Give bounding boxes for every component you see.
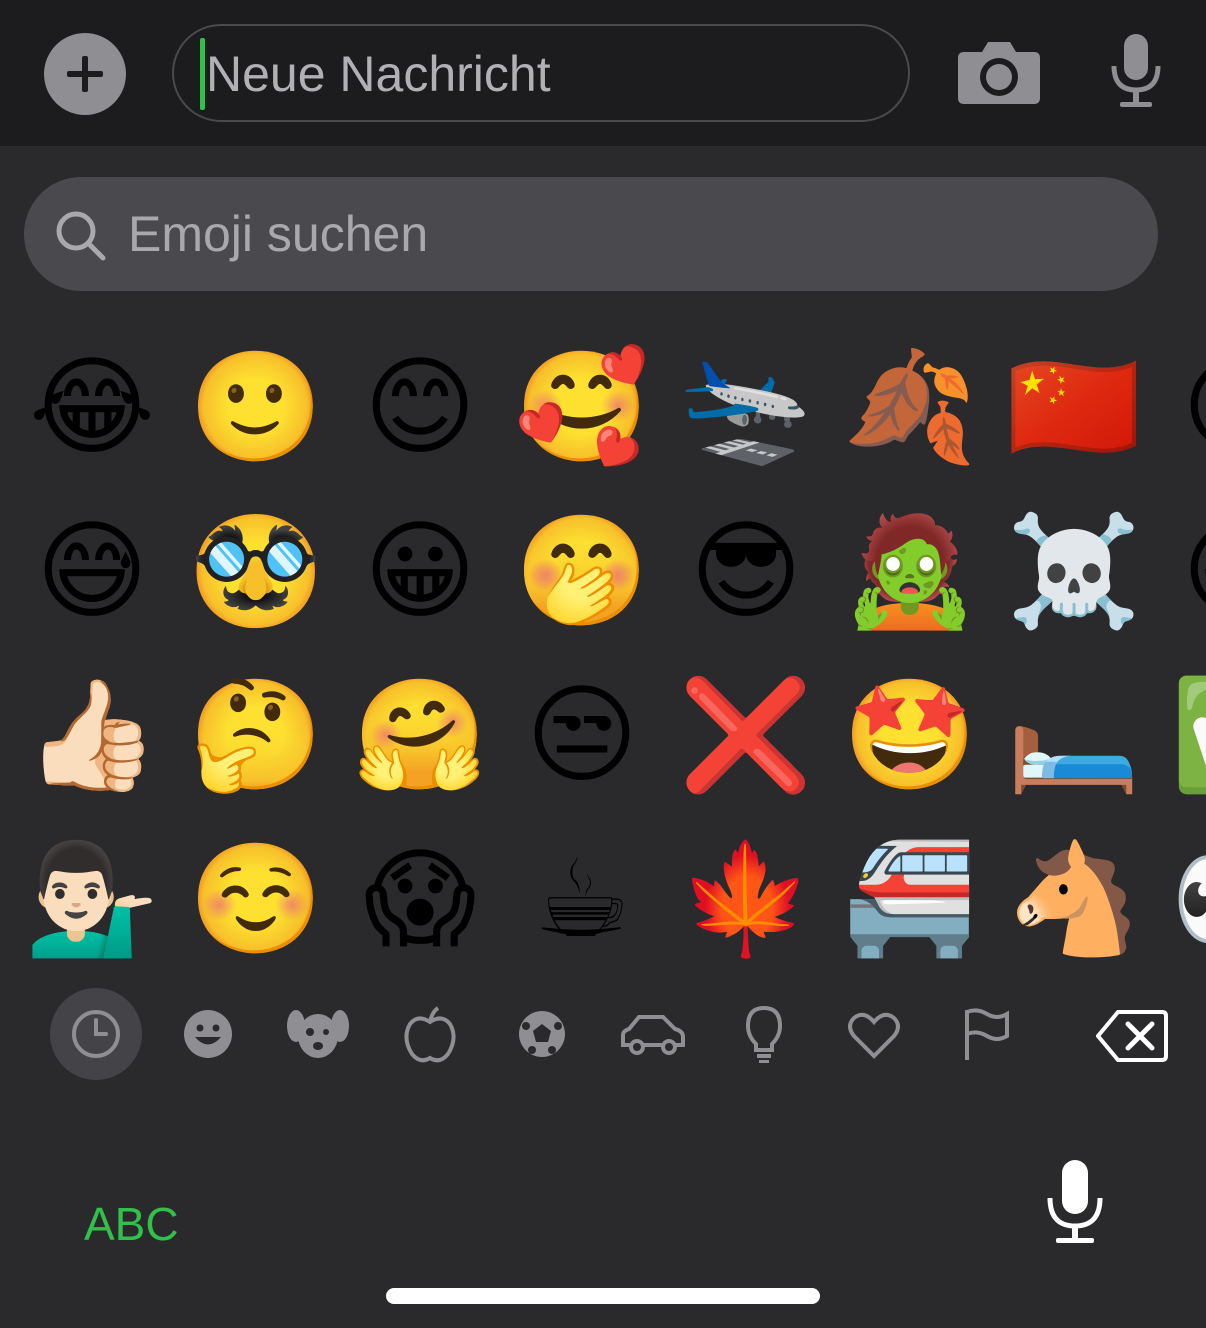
emoji-key[interactable]: ❌ — [676, 666, 816, 806]
emoji-key[interactable]: 🇨🇳 — [1004, 338, 1144, 478]
clock-icon[interactable] — [50, 988, 142, 1080]
home-indicator[interactable] — [386, 1288, 820, 1304]
emoji-key[interactable]: 😂 — [22, 338, 162, 478]
emoji-key[interactable]: 🍂 — [840, 338, 980, 478]
emoji-grid: 😂🙂😊🥰🛬🍂🇨🇳😍😅🥸😀🤭😎🧟☠️😀👍🏻🤔🤗😒❌🤩🛏️✅💁🏻‍♂️☺️😱☕🍁🚝🐴… — [0, 318, 1206, 974]
emoji-key[interactable]: 🚝 — [840, 830, 980, 970]
emoji-key[interactable]: 👀 — [1168, 830, 1206, 970]
smiley-icon[interactable] — [162, 988, 254, 1080]
message-placeholder: Neue Nachricht — [206, 46, 551, 102]
emoji-key[interactable]: 😒 — [512, 666, 652, 806]
emoji-key[interactable]: 😀 — [350, 502, 490, 642]
microphone-icon[interactable] — [1044, 1158, 1106, 1248]
message-input[interactable]: Neue Nachricht — [172, 24, 910, 122]
emoji-key[interactable]: 🐴 — [1004, 830, 1144, 970]
emoji-key[interactable]: 😍 — [1168, 338, 1206, 478]
backspace-icon[interactable] — [1096, 1008, 1168, 1064]
car-icon[interactable] — [606, 988, 698, 1080]
lightbulb-icon[interactable] — [718, 988, 810, 1080]
camera-icon[interactable] — [956, 38, 1042, 106]
emoji-key[interactable]: 🛬 — [676, 338, 816, 478]
emoji-key[interactable]: 🧟 — [840, 502, 980, 642]
emoji-key[interactable]: 😱 — [350, 830, 490, 970]
emoji-key[interactable]: 🤗 — [350, 666, 490, 806]
emoji-key[interactable]: ☺️ — [186, 830, 326, 970]
emoji-key[interactable]: 🥰 — [512, 338, 652, 478]
emoji-key[interactable]: 👍🏻 — [22, 666, 162, 806]
emoji-search-field[interactable]: Emoji suchen — [24, 177, 1158, 291]
plus-icon — [67, 56, 103, 92]
microphone-icon[interactable] — [1108, 32, 1164, 110]
emoji-key[interactable]: 😎 — [676, 502, 816, 642]
dog-icon[interactable] — [272, 988, 364, 1080]
emoji-key[interactable]: 🥸 — [186, 502, 326, 642]
heart-icon[interactable] — [828, 988, 920, 1080]
emoji-key[interactable]: 💁🏻‍♂️ — [22, 830, 162, 970]
search-placeholder: Emoji suchen — [128, 206, 429, 262]
emoji-key[interactable]: 😀 — [1168, 502, 1206, 642]
emoji-category-bar — [0, 988, 1206, 1084]
search-icon — [56, 211, 106, 261]
apple-icon[interactable] — [384, 988, 476, 1080]
message-input-bar: Neue Nachricht — [0, 0, 1206, 146]
emoji-key[interactable]: 🍁 — [676, 830, 816, 970]
emoji-key[interactable]: ✅ — [1168, 666, 1206, 806]
emoji-key[interactable]: 😊 — [350, 338, 490, 478]
emoji-key[interactable]: 🙂 — [186, 338, 326, 478]
emoji-key[interactable]: 🛏️ — [1004, 666, 1144, 806]
emoji-key[interactable]: ☠️ — [1004, 502, 1144, 642]
emoji-key[interactable]: 🤭 — [512, 502, 652, 642]
flag-icon[interactable] — [940, 988, 1032, 1080]
emoji-key[interactable]: 🤩 — [840, 666, 980, 806]
emoji-key[interactable]: ☕ — [512, 830, 652, 970]
abc-keyboard-button[interactable]: ABC — [84, 1196, 179, 1252]
emoji-key[interactable]: 😅 — [22, 502, 162, 642]
text-cursor — [200, 38, 205, 110]
add-attachment-button[interactable] — [44, 33, 126, 115]
ball-icon[interactable] — [496, 988, 588, 1080]
emoji-key[interactable]: 🤔 — [186, 666, 326, 806]
